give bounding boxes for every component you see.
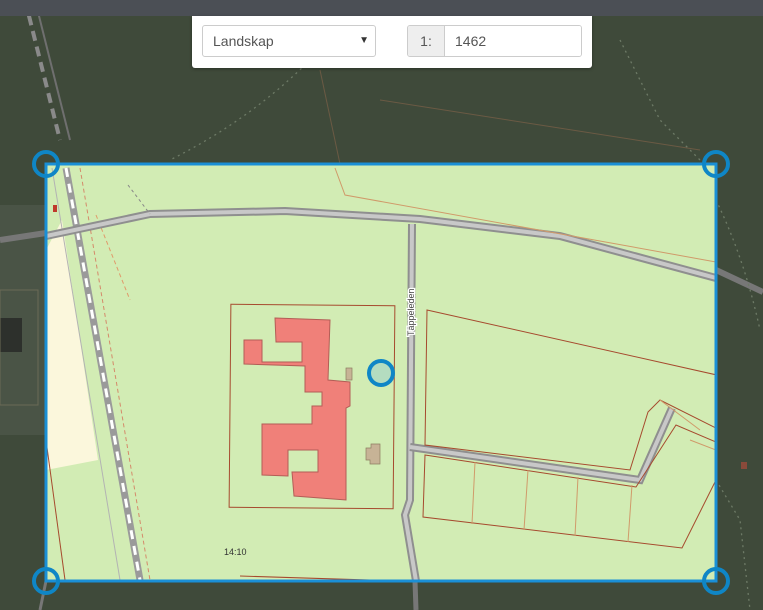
- road-label: Täppeleden: [406, 288, 416, 336]
- print-area: Täppeleden 14:10: [46, 164, 716, 581]
- scale-prefix-label: 1:: [408, 26, 445, 56]
- small-marker: [53, 205, 57, 212]
- scale-input-group: 1:: [407, 25, 582, 57]
- top-toolbar-bar: [0, 0, 763, 16]
- dimmed-building: [0, 318, 22, 352]
- map-canvas[interactable]: Täppeleden 14:10: [0, 0, 763, 610]
- move-handle-center[interactable]: [367, 359, 395, 387]
- parcel-label: 14:10: [224, 547, 247, 557]
- layout-select-value: Landskap: [213, 33, 274, 49]
- scale-input[interactable]: [445, 26, 581, 56]
- layout-select[interactable]: Landskap ▼: [202, 25, 376, 57]
- building-small-1: [345, 367, 353, 381]
- dropdown-arrow-icon: ▼: [359, 35, 369, 46]
- dimmed-marker: [741, 462, 747, 469]
- dimmed-road-south: [412, 580, 419, 610]
- print-settings-panel: Landskap ▼ 1:: [192, 16, 592, 68]
